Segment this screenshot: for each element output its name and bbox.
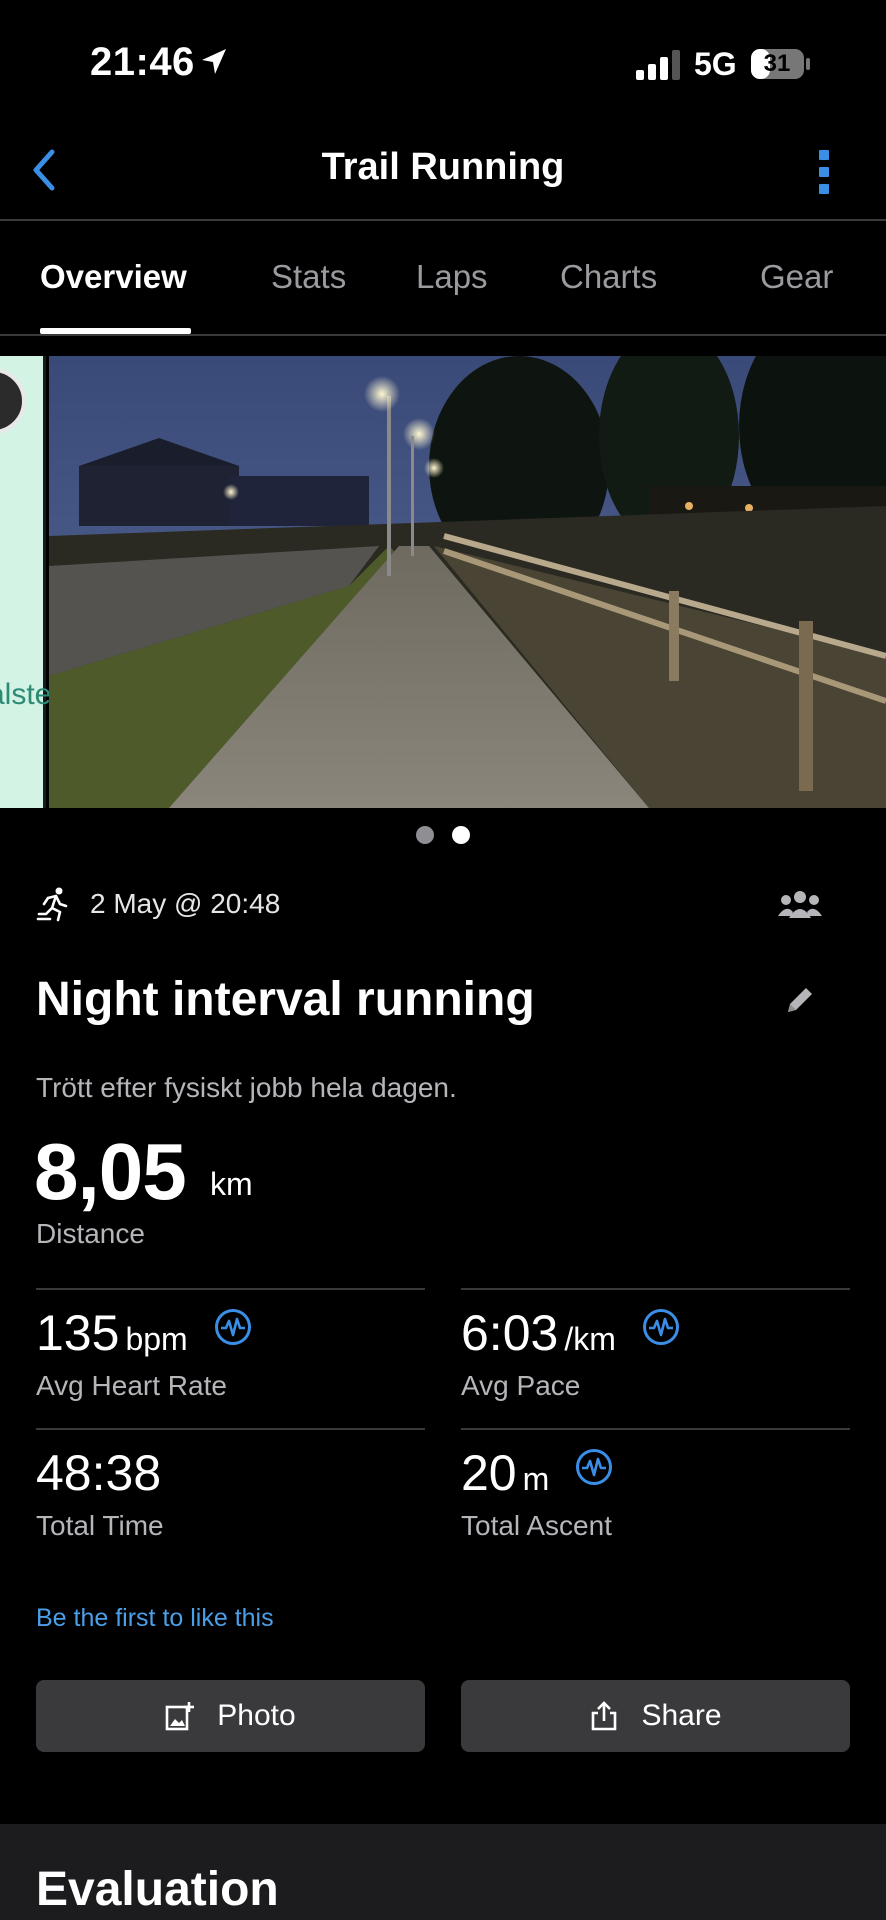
pulse-icon[interactable] — [642, 1308, 680, 1346]
distance-label: Distance — [36, 1218, 145, 1249]
tab-gear[interactable]: Gear — [760, 258, 833, 296]
like-link[interactable]: Be the first to like this — [36, 1604, 274, 1633]
stat-total-time[interactable]: 48:38 Total Time — [36, 1428, 425, 1568]
distance-unit: km — [210, 1166, 253, 1202]
tab-stats[interactable]: Stats — [271, 258, 346, 296]
photo-button-label: Photo — [217, 1699, 296, 1732]
group-icon[interactable] — [778, 890, 822, 920]
share-button-label: Share — [641, 1699, 722, 1732]
route-map-thumbnail[interactable]: alste — [0, 356, 51, 808]
activity-title: Night interval running — [36, 973, 535, 1026]
network-type: 5G — [694, 46, 737, 82]
activity-photo[interactable] — [49, 356, 886, 808]
share-button[interactable]: Share — [461, 1680, 850, 1752]
stat-unit: m — [522, 1461, 550, 1497]
media-carousel[interactable]: alste — [0, 356, 886, 808]
nav-header: Trail Running — [0, 120, 886, 221]
add-photo-button[interactable]: Photo — [36, 1680, 425, 1752]
carousel-pagination[interactable] — [0, 826, 886, 846]
stat-unit: bpm — [125, 1321, 188, 1357]
map-marker-icon — [0, 368, 26, 434]
stat-value: 6:03 — [461, 1305, 559, 1361]
stat-value: 48:38 — [36, 1445, 162, 1501]
stat-unit: /km — [564, 1321, 616, 1357]
pencil-icon[interactable] — [782, 982, 818, 1018]
stat-avg-pace[interactable]: 6:03/km Avg Pace — [461, 1288, 850, 1428]
stat-label: Total Time — [36, 1510, 164, 1541]
activity-date: 2 May @ 20:48 — [90, 888, 281, 919]
vertical-dots-icon[interactable] — [806, 146, 842, 198]
activity-meta: 2 May @ 20:48 — [36, 880, 850, 928]
stat-label: Total Ascent — [461, 1510, 612, 1541]
add-photo-icon — [165, 1702, 195, 1731]
tab-overview[interactable]: Overview — [40, 258, 187, 296]
stat-label: Avg Heart Rate — [36, 1370, 227, 1401]
map-place-label: alste — [0, 678, 52, 711]
stat-total-ascent[interactable]: 20 m Total Ascent — [461, 1428, 850, 1568]
battery-icon: 31 — [750, 48, 810, 80]
status-bar: 21:46 5G 31 — [0, 0, 886, 120]
signal-bars-icon — [636, 50, 680, 80]
stat-label: Avg Pace — [461, 1370, 581, 1401]
stat-avg-heart-rate[interactable]: 135 bpm Avg Heart Rate — [36, 1288, 425, 1428]
running-person-icon — [36, 887, 68, 922]
tab-bar: Overview Stats Laps Charts Gear — [0, 222, 886, 336]
active-tab-indicator — [40, 328, 191, 334]
evaluation-title: Evaluation — [36, 1863, 279, 1916]
stat-value: 20 — [461, 1445, 517, 1501]
page-dot[interactable] — [416, 826, 434, 844]
stat-value: 135 — [36, 1305, 120, 1361]
status-time: 21:46 — [90, 40, 195, 84]
share-icon — [592, 1701, 617, 1731]
tab-laps[interactable]: Laps — [416, 258, 488, 296]
tab-charts[interactable]: Charts — [560, 258, 657, 296]
activity-description: Trött efter fysiskt jobb hela dagen. — [36, 1072, 457, 1103]
pulse-icon[interactable] — [575, 1448, 613, 1486]
page-title: Trail Running — [321, 146, 565, 188]
pulse-icon[interactable] — [214, 1308, 252, 1346]
battery-level: 31 — [763, 50, 791, 77]
distance-value: 8,05 — [34, 1127, 187, 1216]
location-arrow-icon — [202, 49, 226, 74]
evaluation-section: Evaluation — [0, 1824, 886, 1920]
page-dot-active[interactable] — [452, 826, 470, 844]
